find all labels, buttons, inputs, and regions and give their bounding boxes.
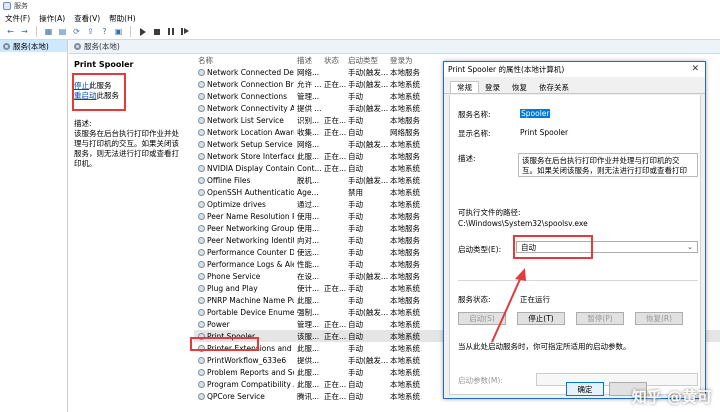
watermark: 知乎 @黄可 — [631, 388, 712, 406]
arrow-head — [515, 268, 526, 281]
annotation-arrow — [491, 268, 526, 343]
arrow-shaft — [491, 276, 522, 343]
